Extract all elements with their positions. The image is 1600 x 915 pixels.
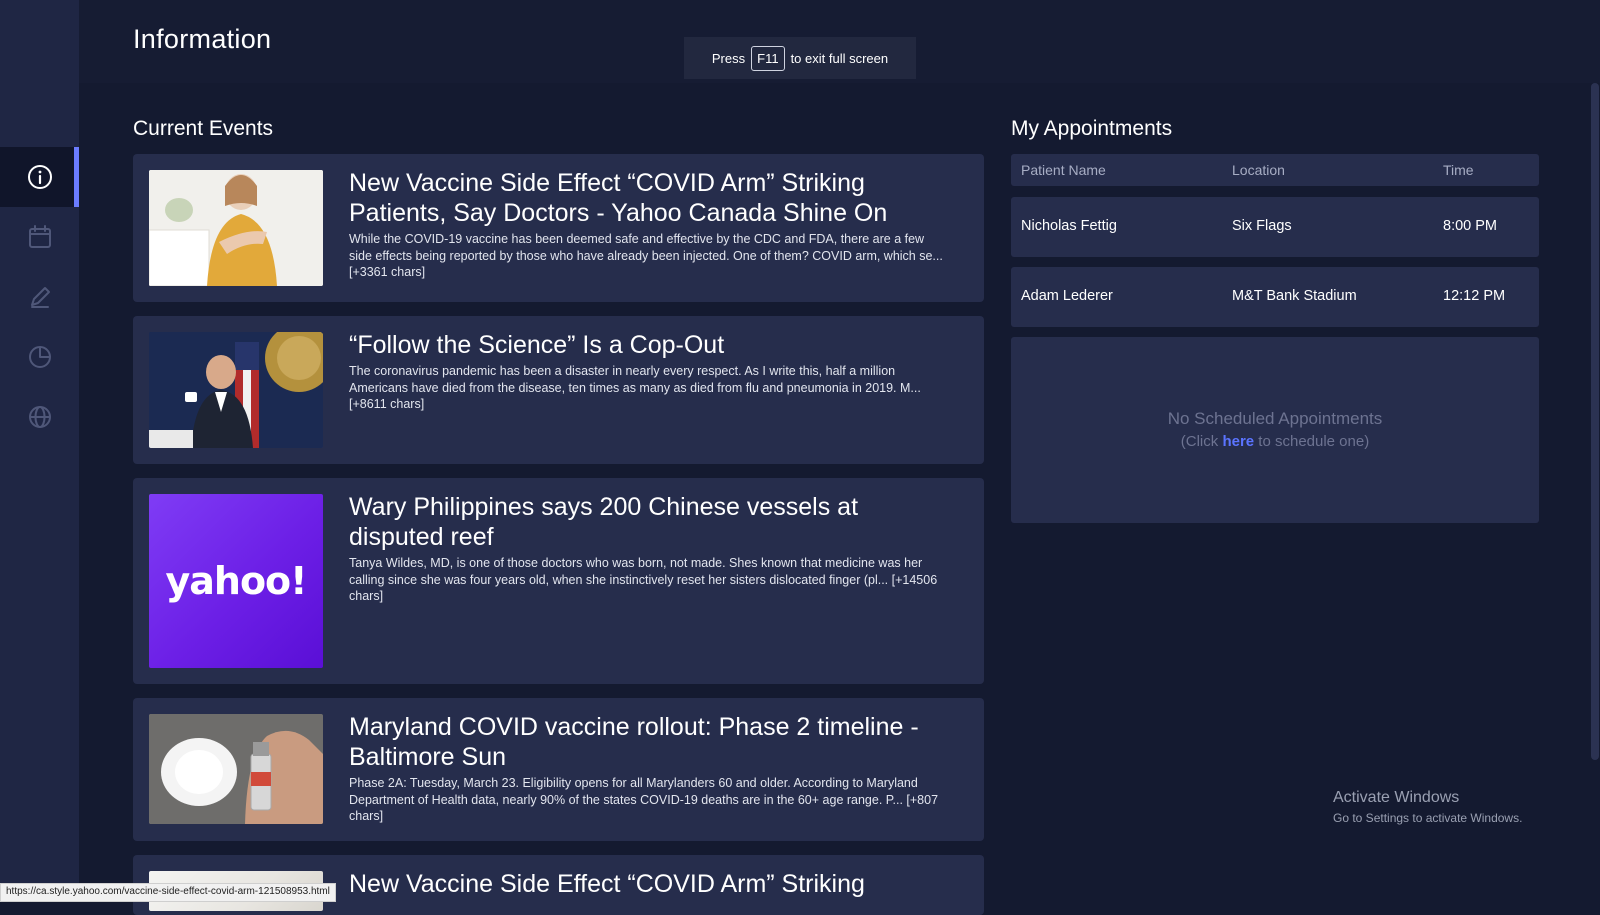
globe-icon [28,406,51,428]
news-thumbnail[interactable] [149,332,323,448]
appointment-time: 12:12 PM [1443,288,1506,304]
sidebar-item-calendar[interactable] [0,207,79,267]
fullscreen-notice: Press F11 to exit full screen [684,37,916,79]
column-header-patient-name: Patient Name [1021,162,1106,178]
current-events-title: Current Events [133,117,274,140]
appointment-row[interactable]: Adam Lederer M&T Bank Stadium 12:12 PM [1011,267,1539,327]
fullscreen-key: F11 [751,45,785,71]
page-scrollbar[interactable] [1591,83,1599,760]
pencil-icon [30,287,50,308]
news-headline[interactable]: New Vaccine Side Effect “COVID Arm” Stri… [349,168,959,228]
fullscreen-rest-text: to exit full screen [790,50,889,66]
page-title: Information [133,24,272,54]
news-card[interactable]: Maryland COVID vaccine rollout: Phase 2 … [133,698,984,841]
appointment-row[interactable]: Nicholas Fettig Six Flags 8:00 PM [1011,197,1539,257]
news-description: The coronavirus pandemic has been a disa… [349,364,921,411]
schedule-hint: (Click here to schedule one) [1011,433,1539,450]
activate-windows-title: Activate Windows [1333,789,1460,806]
news-photo-woman-arm [149,170,323,286]
yahoo-logo: yahoo! [165,559,307,603]
fullscreen-press-text: Press [711,50,746,66]
no-appointments-text: No Scheduled Appointments [1167,409,1383,428]
schedule-here-link[interactable]: here [1222,433,1254,450]
activate-windows-watermark: Activate Windows Go to Settings to activ… [1333,789,1522,825]
news-thumbnail[interactable] [149,714,323,824]
activate-windows-subtitle: Go to Settings to activate Windows. [1333,811,1523,825]
news-description: Tanya Wildes, MD, is one of those doctor… [349,556,938,603]
news-headline[interactable]: Wary Philippines says 200 Chinese vessel… [349,492,959,552]
news-card[interactable]: “Follow the Science” Is a Cop-Out The co… [133,316,984,464]
sidebar-item-info[interactable] [0,147,79,207]
schedule-hint-pre: (Click [1180,433,1219,450]
column-header-location: Location [1232,162,1285,178]
news-description: While the COVID-19 vaccine has been deem… [349,232,943,279]
status-bar-url: https://ca.style.yahoo.com/vaccine-side-… [0,883,336,902]
calendar-icon [28,225,51,248]
sidebar-item-stats[interactable] [0,327,79,387]
schedule-hint-post: to schedule one) [1258,433,1370,450]
pie-chart-icon [28,346,51,368]
news-headline[interactable]: New Vaccine Side Effect “COVID Arm” Stri… [349,869,959,899]
news-thumbnail[interactable] [149,170,323,286]
news-card[interactable]: New Vaccine Side Effect “COVID Arm” Stri… [133,154,984,302]
column-header-time: Time [1443,162,1474,178]
info-icon [27,165,52,189]
appointment-time: 8:00 PM [1443,218,1497,234]
appointment-location: M&T Bank Stadium [1232,288,1357,304]
news-headline[interactable]: “Follow the Science” Is a Cop-Out [349,330,959,360]
news-photo-vaccine-vial [149,714,323,824]
sidebar-item-edit[interactable] [0,267,79,327]
appointments-title: My Appointments [1011,117,1173,140]
news-photo-press-conference [149,332,323,448]
news-card[interactable]: yahoo! Wary Philippines says 200 Chinese… [133,478,984,684]
sidebar [0,0,79,900]
appointments-table-header: Patient Name Location Time [1011,154,1539,186]
appointment-patient-name: Adam Lederer [1021,288,1113,304]
sidebar-item-globe[interactable] [0,387,79,447]
news-headline[interactable]: Maryland COVID vaccine rollout: Phase 2 … [349,712,959,772]
appointment-location: Six Flags [1232,218,1292,234]
news-thumbnail[interactable]: yahoo! [149,494,323,668]
news-description: Phase 2A: Tuesday, March 23. Eligibility… [349,776,939,823]
no-appointments-panel: No Scheduled Appointments (Click here to… [1011,337,1539,523]
appointment-patient-name: Nicholas Fettig [1021,218,1117,234]
